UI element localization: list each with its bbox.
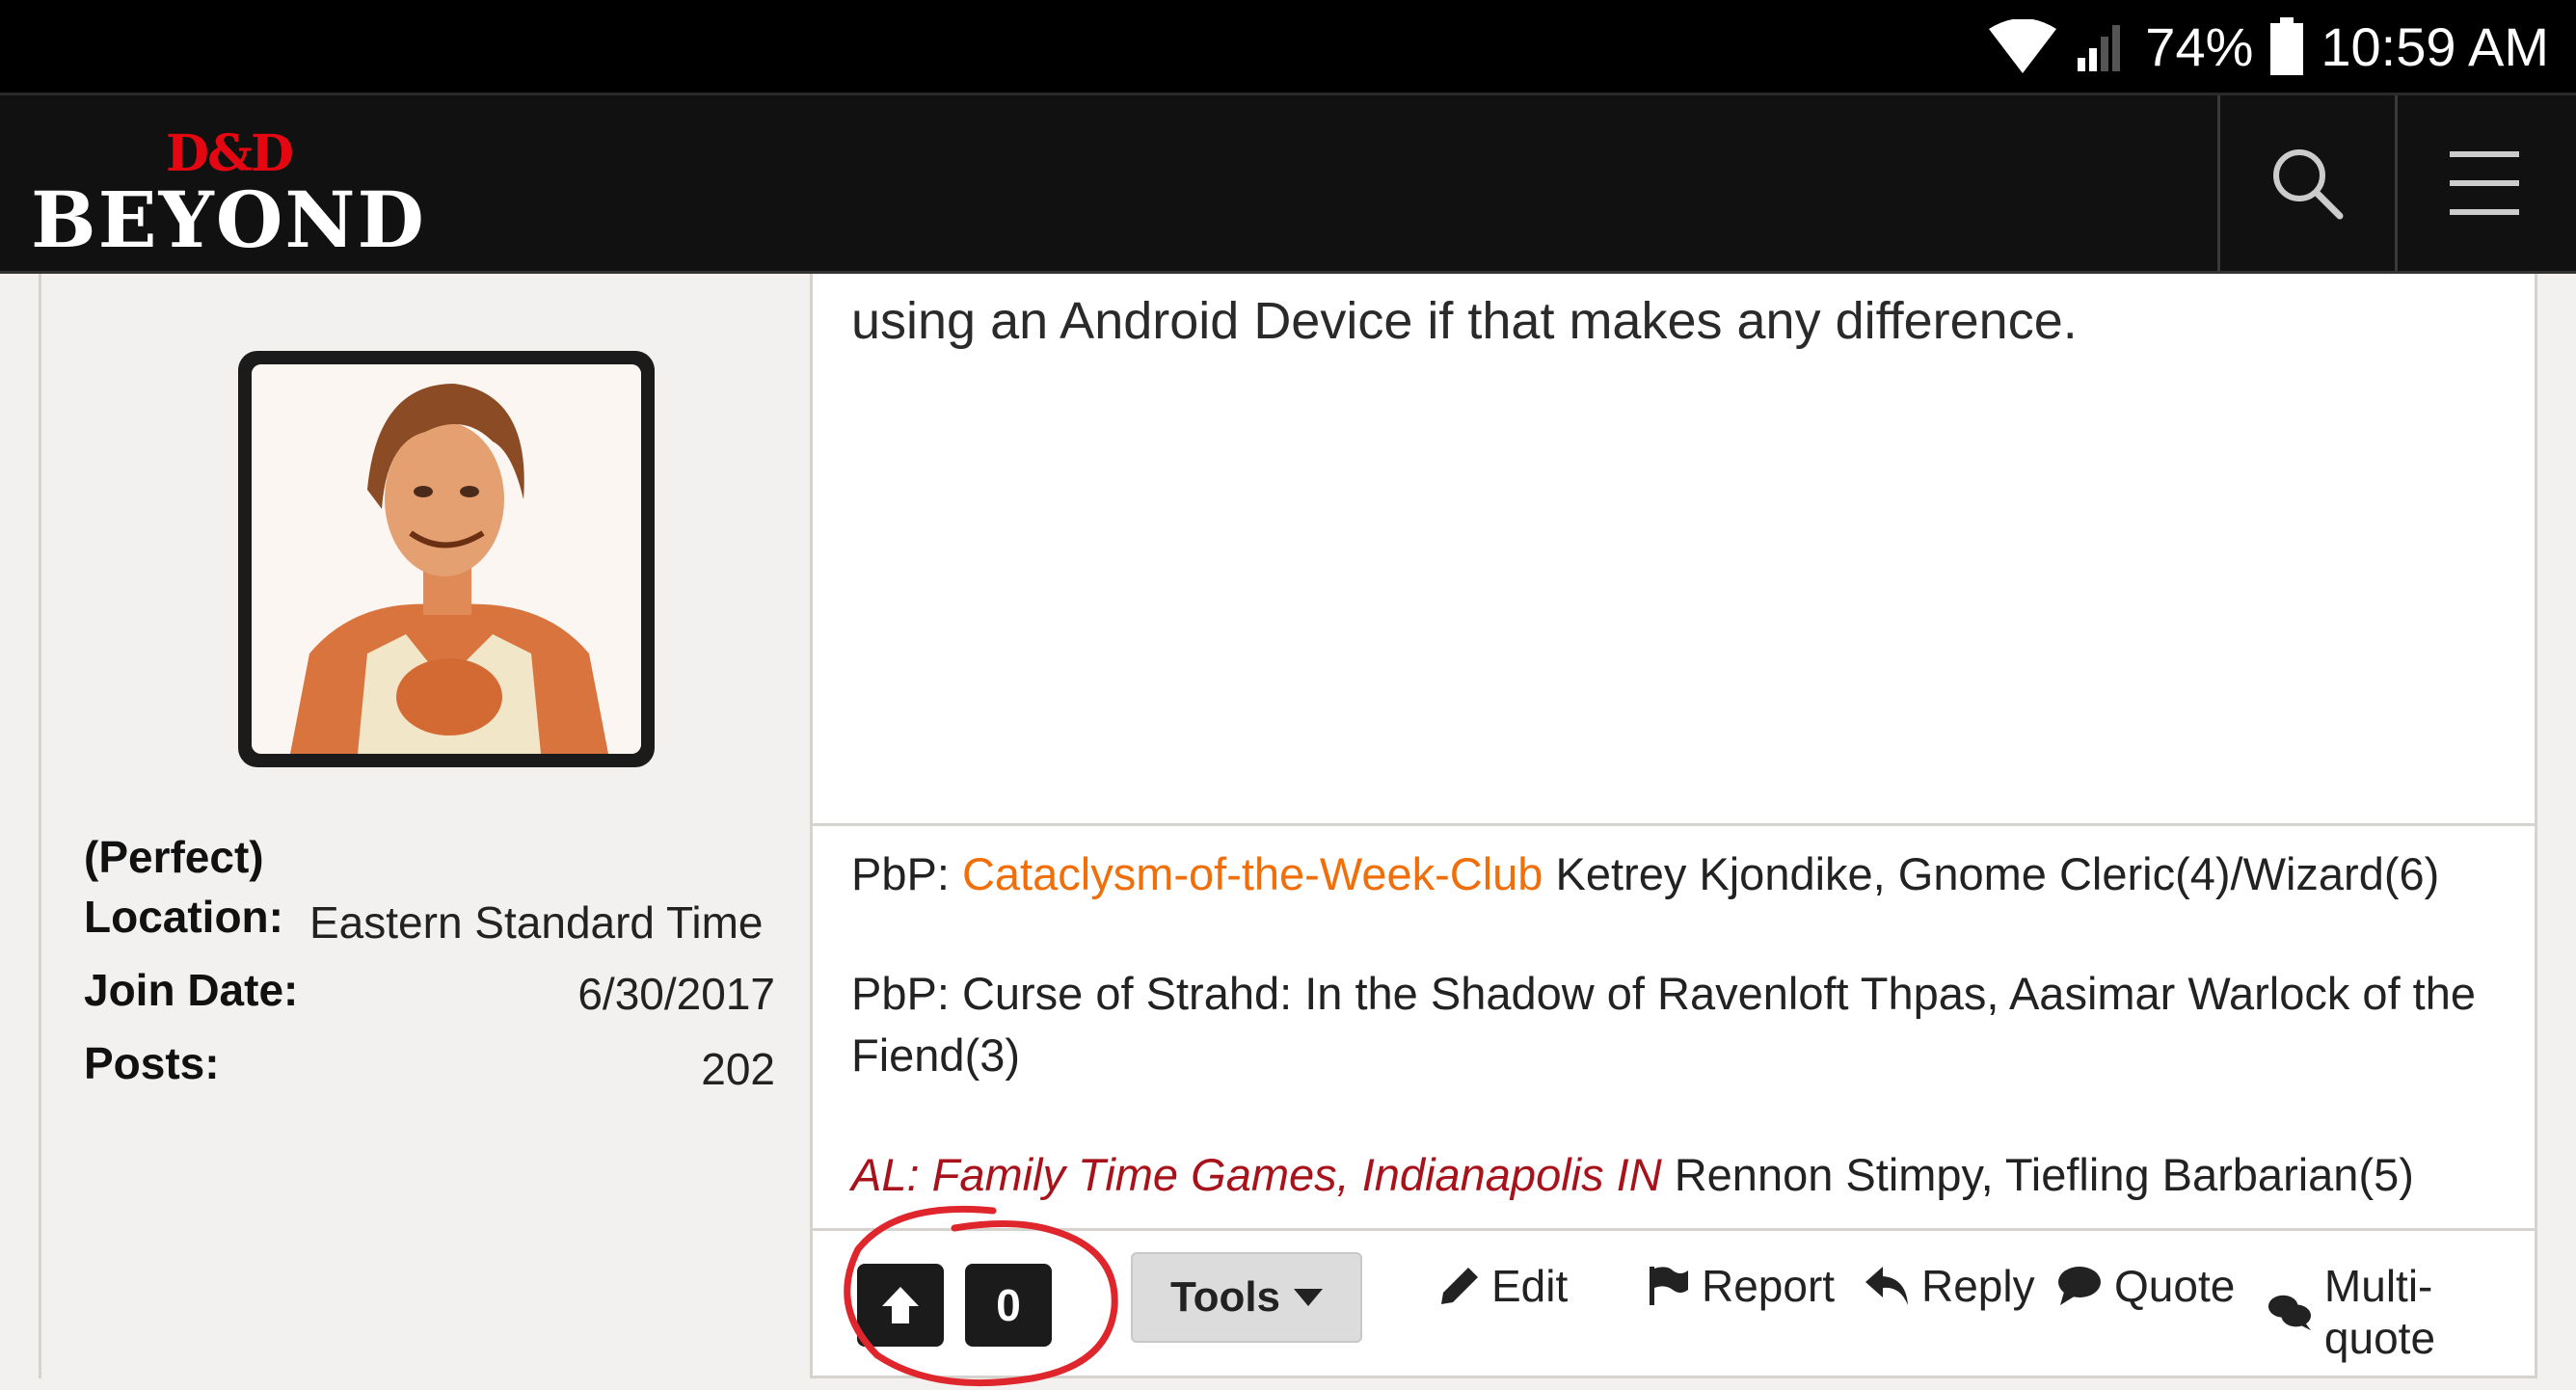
signature-line: PbP: Cataclysm-of-the-Week-Club Ketrey K… (851, 847, 2439, 900)
menu-button[interactable] (2395, 95, 2571, 271)
signature-line: Fiend(3) (851, 1029, 1021, 1081)
pencil-icon (1441, 1268, 1478, 1304)
hamburger-menu-icon (2450, 151, 2519, 215)
reply-button[interactable]: Reply (1864, 1260, 2035, 1312)
reply-label: Reply (1921, 1261, 2035, 1311)
signature-text: Rennon Stimpy, Tiefling Barbarian(5) (1674, 1149, 2414, 1200)
signature-prefix: PbP: (851, 848, 950, 899)
tools-dropdown[interactable]: Tools (1131, 1252, 1362, 1343)
logo-beyond-text: BEYOND (31, 174, 426, 265)
multi-quote-label: Multi-quote (2323, 1261, 2436, 1363)
report-button[interactable]: Report (1648, 1260, 1835, 1312)
edit-label: Edit (1491, 1261, 1569, 1311)
dnd-beyond-logo[interactable]: D&D BEYOND (31, 124, 436, 265)
caret-down-icon (1294, 1289, 1324, 1306)
search-icon (2273, 149, 2344, 220)
signature-text: Ketrey Kjondike, Gnome Cleric(4)/Wizard(… (1555, 848, 2440, 899)
posts-label: Posts: (84, 1038, 220, 1088)
wifi-icon (1989, 19, 2057, 73)
join-date-label: Join Date: (84, 965, 299, 1015)
location-label: Location: (84, 892, 283, 942)
post-body-text: using an Android Device if that makes an… (851, 292, 2078, 350)
battery-percent: 74% (2145, 15, 2254, 77)
avatar[interactable] (238, 351, 655, 767)
quote-label: Quote (2114, 1261, 2236, 1311)
speech-bubble-icon (2058, 1267, 2101, 1305)
site-header: D&D BEYOND (0, 93, 2576, 274)
author-title: (Perfect) (84, 832, 264, 882)
signature-link[interactable]: AL: Family Time Games, Indianapolis IN (851, 1149, 1662, 1200)
author-sidebar: (Perfect) Location: Eastern Standard Tim… (41, 274, 813, 1378)
report-label: Report (1702, 1261, 1836, 1311)
speech-bubbles-icon (2267, 1295, 2312, 1331)
tools-label: Tools (1169, 1273, 1281, 1321)
quote-button[interactable]: Quote (2056, 1260, 2235, 1312)
forum-post: (Perfect) Location: Eastern Standard Tim… (39, 274, 2537, 1378)
location-value: Eastern Standard Time (309, 897, 764, 948)
edit-button[interactable]: Edit (1439, 1260, 1568, 1312)
search-button[interactable] (2217, 95, 2394, 271)
battery-icon (2270, 17, 2304, 75)
status-bar: 74% 10:59 AM (0, 0, 2576, 93)
cell-signal-icon (2078, 25, 2121, 71)
avatar-image (252, 364, 641, 754)
signature-line: PbP: Curse of Strahd: In the Shadow of R… (851, 968, 2477, 1019)
clock: 10:59 AM (2321, 15, 2549, 77)
multi-quote-button[interactable]: Multi-quote (2267, 1260, 2535, 1364)
signature-link[interactable]: Cataclysm-of-the-Week-Club (962, 848, 1543, 899)
signature-line: AL: Family Time Games, Indianapolis IN R… (851, 1148, 2414, 1201)
reply-icon (1865, 1267, 1908, 1305)
join-date-value: 6/30/2017 (577, 969, 775, 1019)
posts-value: 202 (701, 1044, 775, 1094)
user-signature: PbP: Cataclysm-of-the-Week-Club Ketrey K… (813, 823, 2535, 1228)
annotation-circle (844, 1205, 1118, 1387)
flag-icon (1650, 1267, 1688, 1305)
